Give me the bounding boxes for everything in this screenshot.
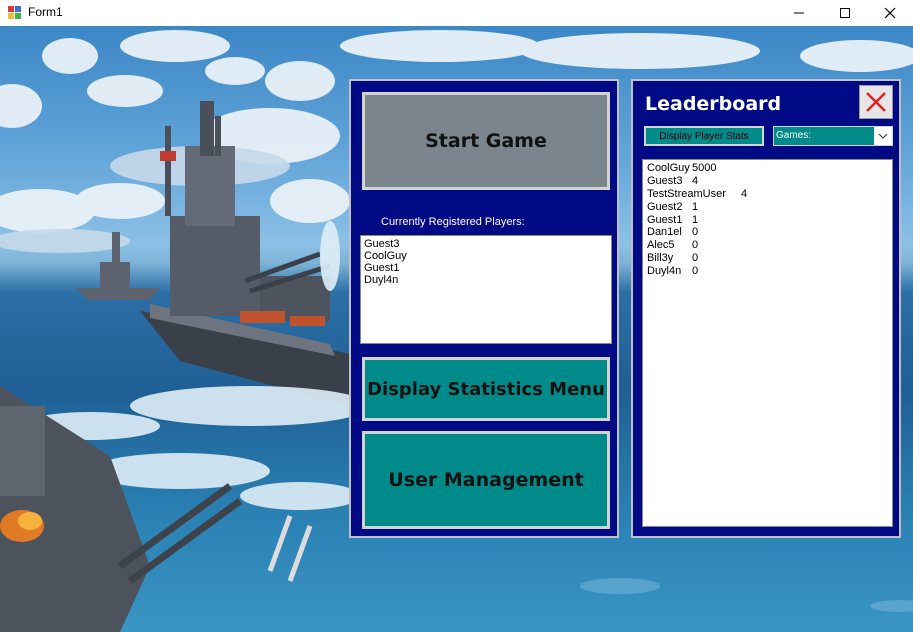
red-x-icon xyxy=(866,92,886,112)
player-score: 4 xyxy=(741,187,748,200)
player-name: Bill3y xyxy=(647,252,674,265)
leaderboard-row[interactable]: CoolGuy 5000 xyxy=(647,162,888,175)
list-item[interactable]: Guest3 xyxy=(364,238,608,250)
player-score: 0 xyxy=(692,265,699,278)
leaderboard-row[interactable]: Guest2 1 xyxy=(647,201,888,214)
app-icon xyxy=(8,6,22,20)
player-name: Duyl4n xyxy=(647,265,682,278)
player-name: Guest1 xyxy=(647,213,683,226)
player-score: 1 xyxy=(692,200,699,213)
maximize-icon xyxy=(840,8,850,18)
player-name: Dan1el xyxy=(647,226,682,239)
player-score: 1 xyxy=(692,213,699,226)
list-item[interactable]: CoolGuy xyxy=(364,250,608,262)
player-score: 0 xyxy=(692,239,699,252)
list-item[interactable]: Guest1 xyxy=(364,262,608,274)
leaderboard-close-button[interactable] xyxy=(859,85,893,119)
close-icon xyxy=(884,7,896,19)
window-close-button[interactable] xyxy=(867,0,913,26)
chevron-down-icon xyxy=(878,133,888,139)
minimize-button[interactable] xyxy=(776,0,822,26)
player-name: Alec5 xyxy=(647,239,675,252)
leaderboard-row[interactable]: Alec5 0 xyxy=(647,239,888,252)
user-management-button[interactable]: User Management xyxy=(362,431,610,529)
player-name: TestStreamUser xyxy=(647,187,726,200)
registered-players-label: Currently Registered Players: xyxy=(381,216,525,228)
display-statistics-button[interactable]: Display Statistics Menu xyxy=(362,357,610,421)
player-name: Guest3 xyxy=(647,174,683,187)
player-score: 0 xyxy=(692,252,699,265)
leaderboard-title: Leaderboard xyxy=(645,93,782,115)
start-game-button[interactable]: Start Game xyxy=(362,92,610,190)
player-name: CoolGuy xyxy=(647,162,690,174)
leaderboard-panel: Leaderboard Display Player Stats Games: … xyxy=(631,79,901,538)
leaderboard-row[interactable]: Guest1 1 xyxy=(647,214,888,227)
leaderboard-row[interactable]: Guest3 4 xyxy=(647,175,888,188)
leaderboard-row[interactable]: Duyl4n 0 xyxy=(647,265,888,278)
maximize-button[interactable] xyxy=(822,0,868,26)
leaderboard-row[interactable]: TestStreamUser 4 xyxy=(647,188,888,201)
player-name: Guest2 xyxy=(647,200,683,213)
registered-players-list[interactable]: Guest3 CoolGuy Guest1 Duyl4n xyxy=(360,235,612,344)
window-title: Form1 xyxy=(28,5,63,19)
games-dropdown-value: Games: xyxy=(776,130,812,141)
display-player-stats-button[interactable]: Display Player Stats xyxy=(644,126,764,146)
player-score: 5000 xyxy=(692,162,717,174)
leaderboard-row[interactable]: Bill3y 0 xyxy=(647,252,888,265)
dropdown-arrow[interactable] xyxy=(874,127,892,145)
list-item[interactable]: Duyl4n xyxy=(364,274,608,286)
window-titlebar: Form1 xyxy=(0,0,913,26)
minimize-icon xyxy=(794,12,804,14)
games-dropdown[interactable]: Games: xyxy=(773,126,893,146)
main-menu-panel: Start Game Currently Registered Players:… xyxy=(349,79,619,538)
player-score: 4 xyxy=(692,174,699,187)
leaderboard-row[interactable]: Dan1el 0 xyxy=(647,226,888,239)
leaderboard-list[interactable]: CoolGuy 5000 Guest3 4 TestStreamUser 4 Gues… xyxy=(642,159,893,527)
player-score: 0 xyxy=(692,226,699,239)
